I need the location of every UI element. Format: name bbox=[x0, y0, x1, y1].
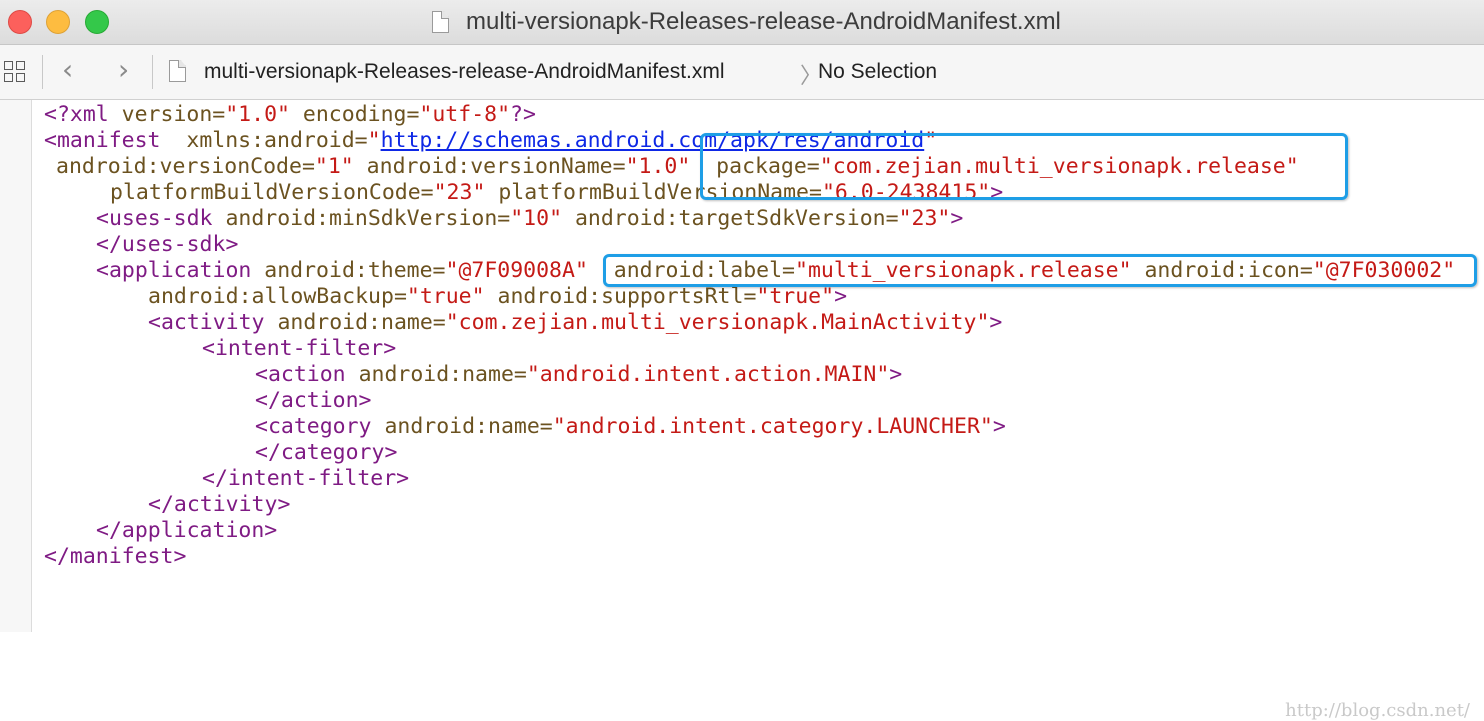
code-token: > bbox=[950, 206, 964, 231]
code-token: android:theme= bbox=[264, 258, 446, 283]
code-token: "1" bbox=[314, 154, 354, 179]
code-token: > bbox=[989, 310, 1003, 335]
code-token: <intent-filter> bbox=[202, 336, 397, 361]
code-token: " bbox=[367, 128, 381, 153]
code-token: android:targetSdkVersion= bbox=[562, 206, 899, 231]
code-token: platformBuildVersionCode= bbox=[110, 180, 434, 205]
code-line: </manifest> bbox=[44, 544, 186, 570]
code-line: </intent-filter> bbox=[202, 466, 409, 492]
back-chevron-left-icon[interactable]: ‹ bbox=[62, 55, 73, 85]
jump-bar: ‹ › multi-versionapk-Releases-release-An… bbox=[0, 45, 1484, 100]
code-line: </activity> bbox=[148, 492, 290, 518]
code-token: android:name= bbox=[384, 414, 553, 439]
code-line: </uses-sdk> bbox=[96, 232, 238, 258]
toolbar-separator bbox=[152, 55, 153, 89]
code-editor[interactable]: <?xml version="1.0" encoding="utf-8"?> <m… bbox=[0, 100, 1484, 721]
minimize-window-button[interactable] bbox=[46, 10, 70, 34]
code-token: <category bbox=[255, 414, 385, 439]
document-icon bbox=[432, 11, 449, 33]
code-token: <action bbox=[255, 362, 359, 387]
code-line: </category> bbox=[255, 440, 397, 466]
code-token: > bbox=[834, 284, 848, 309]
editor-gutter bbox=[0, 100, 32, 632]
code-token: > bbox=[992, 414, 1006, 439]
code-token: <manifest bbox=[44, 128, 187, 153]
code-line: <uses-sdk android:minSdkVersion="10" and… bbox=[96, 206, 963, 232]
highlight-box-label-icon bbox=[603, 254, 1477, 287]
code-token: </manifest> bbox=[44, 544, 187, 569]
title-bar: multi-versionapk-Releases-release-Androi… bbox=[0, 0, 1484, 45]
code-token: </action> bbox=[255, 388, 372, 413]
code-token: <uses-sdk bbox=[96, 206, 226, 231]
code-token: "1.0" bbox=[625, 154, 691, 179]
code-token: android:minSdkVersion= bbox=[225, 206, 511, 231]
toolbar-separator bbox=[42, 55, 43, 89]
code-token: "true" bbox=[756, 284, 835, 309]
code-token: </activity> bbox=[148, 492, 291, 517]
code-token: ?> bbox=[510, 102, 536, 127]
code-token: android:allowBackup= bbox=[148, 284, 407, 309]
code-line: android:allowBackup="true" android:suppo… bbox=[148, 284, 847, 310]
code-line: <activity android:name="com.zejian.multi… bbox=[148, 310, 1002, 336]
code-line: </action> bbox=[255, 388, 372, 414]
close-window-button[interactable] bbox=[8, 10, 32, 34]
code-token: version= bbox=[121, 102, 226, 127]
forward-chevron-right-icon[interactable]: › bbox=[118, 55, 129, 85]
breadcrumb-file[interactable]: multi-versionapk-Releases-release-Androi… bbox=[204, 60, 725, 84]
code-token: "com.zejian.multi_versionapk.MainActivit… bbox=[445, 310, 990, 335]
window-title: multi-versionapk-Releases-release-Androi… bbox=[466, 8, 1061, 35]
code-token: "android.intent.action.MAIN" bbox=[526, 362, 890, 387]
code-token: </intent-filter> bbox=[202, 466, 410, 491]
code-token: "23" bbox=[898, 206, 951, 231]
code-token: <application bbox=[96, 258, 265, 283]
watermark-text: http://blog.csdn.net/ bbox=[1285, 700, 1470, 721]
highlight-box-package bbox=[700, 133, 1348, 200]
code-token: encoding= bbox=[302, 102, 420, 127]
code-token: "10" bbox=[510, 206, 563, 231]
code-token: <?xml bbox=[44, 102, 122, 127]
code-token: android:versionCode= bbox=[56, 154, 315, 179]
code-token: android:name= bbox=[277, 310, 446, 335]
code-token: "android.intent.category.LAUNCHER" bbox=[552, 414, 993, 439]
code-token: "true" bbox=[406, 284, 485, 309]
code-token: android:versionName= bbox=[353, 154, 626, 179]
code-line: <category android:name="android.intent.c… bbox=[255, 414, 1006, 440]
code-token: > bbox=[889, 362, 903, 387]
code-token: </uses-sdk> bbox=[96, 232, 239, 257]
code-line: <action android:name="android.intent.act… bbox=[255, 362, 902, 388]
related-items-grid-icon[interactable] bbox=[4, 61, 28, 85]
code-token: android:supportsRtl= bbox=[484, 284, 757, 309]
file-icon bbox=[169, 60, 186, 82]
breadcrumb-selection[interactable]: No Selection bbox=[818, 60, 937, 84]
code-line: <intent-filter> bbox=[202, 336, 396, 362]
code-line: </application> bbox=[96, 518, 277, 544]
code-token: "23" bbox=[433, 180, 486, 205]
code-token: </application> bbox=[96, 518, 278, 543]
code-token: xmlns:android= bbox=[186, 128, 368, 153]
code-token: <activity bbox=[148, 310, 278, 335]
code-token: "@7F09008A" bbox=[445, 258, 588, 283]
code-token: "utf-8" bbox=[419, 102, 511, 127]
code-token: </category> bbox=[255, 440, 398, 465]
code-token: android:name= bbox=[358, 362, 527, 387]
code-line: <?xml version="1.0" encoding="utf-8"?> bbox=[44, 102, 536, 128]
zoom-window-button[interactable] bbox=[85, 10, 109, 34]
code-token: "1.0" bbox=[225, 102, 290, 127]
